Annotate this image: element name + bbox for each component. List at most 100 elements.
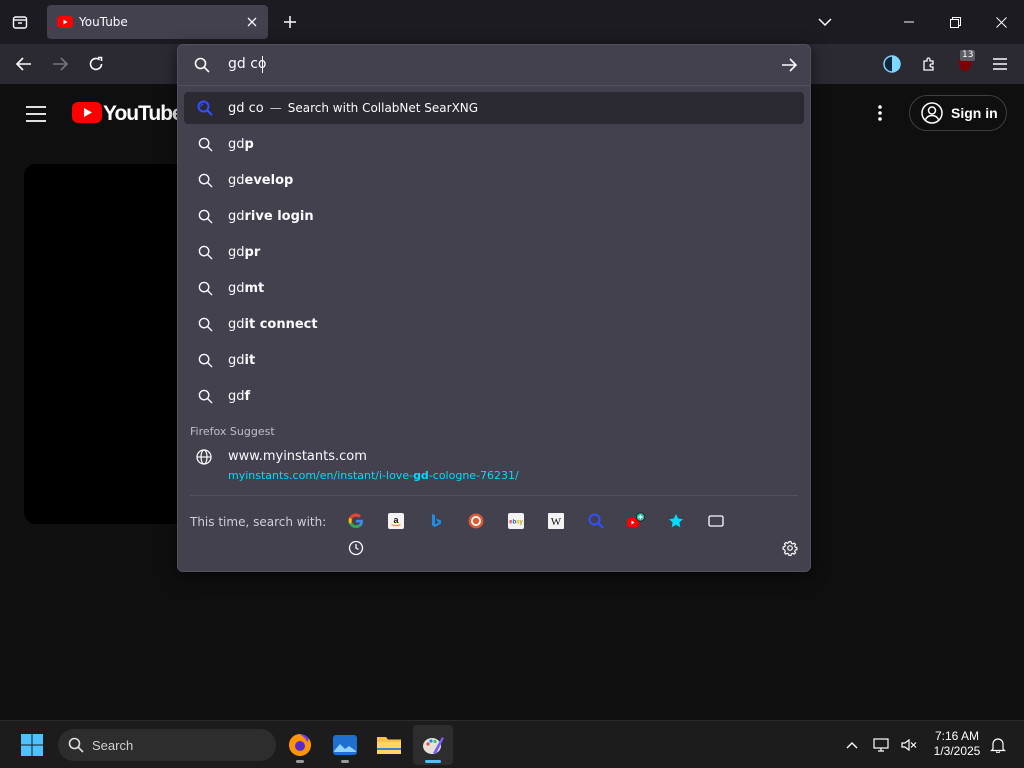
urlbar-input[interactable]: gd co [228,56,748,72]
firefox-view-button[interactable] [8,10,32,34]
bookmarks-search-button[interactable] [666,511,686,531]
tab-youtube[interactable]: YouTube [47,5,268,39]
divider [178,85,810,86]
youtube-favicon-icon [57,16,73,28]
sign-in-button[interactable]: Sign in [909,95,1007,131]
heuristic-query: gd co [228,100,264,116]
close-window-button[interactable] [978,0,1024,44]
suggestion-row[interactable]: gdmt [184,272,804,304]
restore-icon [949,16,961,28]
restore-button[interactable] [932,0,978,44]
tab-title: YouTube [79,15,128,29]
engine-google-button[interactable] [346,511,366,531]
go-button[interactable] [778,55,800,75]
engine-wikipedia-button[interactable]: W [546,511,566,531]
tabs-search-button[interactable] [706,511,726,531]
video-placeholder [24,164,184,524]
notifications-button[interactable] [986,725,1010,765]
google-icon [348,513,363,529]
suggestion-row[interactable]: gdevelop [184,164,804,196]
sign-in-label: Sign in [951,105,998,121]
suggestion-text: gdmt [228,280,265,296]
suggestion-text: gdevelop [228,172,294,188]
suggestion-text: gdrive login [228,208,314,224]
suggestion-row[interactable]: gdp [184,128,804,160]
tab-icon [708,515,724,527]
ebay-icon: ebay [508,513,524,529]
show-hidden-icons-button[interactable] [840,725,864,765]
suggestion-row[interactable]: gdit [184,344,804,376]
suggestion-row[interactable]: gdf [184,380,804,412]
engine-bing-button[interactable] [426,511,446,531]
firefox-suggest-result[interactable]: www.myinstants.com myinstants.com/en/ins… [184,443,804,487]
guide-menu-button[interactable] [22,100,50,128]
ublock-extension-button[interactable]: 13 [952,50,978,78]
clock-time: 7:16 AM [934,729,980,743]
dark-reader-icon [883,55,901,73]
hamburger-icon [993,58,1007,70]
search-icon [198,281,213,296]
forward-button[interactable] [48,52,72,76]
bing-icon [432,514,441,527]
volume-status-button[interactable] [897,725,921,765]
taskbar-paint[interactable] [413,725,453,765]
active-indicator [425,760,441,763]
engine-amazon-button[interactable]: a [386,511,406,531]
firefox-icon [289,734,311,756]
suggestion-row[interactable]: gdpr [184,236,804,268]
chevron-up-icon [846,742,858,749]
taskbar-search-label: Search [92,737,134,753]
search-icon [198,209,213,224]
taskbar-photos[interactable] [325,725,365,765]
taskbar-file-explorer[interactable] [369,725,409,765]
divider [190,495,798,496]
youtube-add-icon [627,512,646,527]
heuristic-search-row[interactable]: gd co — Search with CollabNet SearXNG [184,92,804,124]
list-all-tabs-button[interactable] [813,10,837,34]
engine-youtube-add-button[interactable] [626,511,646,531]
svg-text:ebay: ebay [509,520,523,526]
close-icon [247,17,257,27]
engine-searxng-button[interactable] [586,511,606,531]
tab-close-button[interactable] [240,10,264,34]
suggestion-text: gdit [228,352,256,368]
network-status-button[interactable] [870,725,894,765]
taskbar-firefox[interactable] [280,725,320,765]
globe-icon [196,449,212,465]
wikipedia-icon: W [548,513,564,529]
engine-ebay-button[interactable]: ebay [506,511,526,531]
suggestion-text: gdit connect [228,316,318,332]
reload-icon [89,56,103,71]
notification-badge: 13 [960,50,976,61]
suggestion-text: gdf [228,388,251,404]
dark-mode-extension-button[interactable] [880,52,904,76]
suggestion-row[interactable]: gdit connect [184,308,804,340]
app-menu-button[interactable] [988,52,1012,76]
puzzle-icon [923,57,934,71]
search-mode-button[interactable] [192,55,212,75]
new-tab-button[interactable] [278,10,302,34]
duckduckgo-icon [468,513,484,529]
search-icon [198,173,213,188]
back-button[interactable] [12,52,36,76]
speaker-muted-icon [901,738,917,752]
firefox-view-icon [12,16,28,29]
search-settings-button[interactable] [780,538,800,558]
suggestion-row[interactable]: gdrive login [184,200,804,232]
minimize-button[interactable] [886,0,932,44]
search-icon [68,737,84,753]
search-icon [194,57,210,73]
start-button[interactable] [12,725,52,765]
clock[interactable]: 7:16 AM 1/3/2025 [926,729,988,759]
folder-icon [377,737,401,754]
engine-duckduckgo-button[interactable] [466,511,486,531]
account-icon [921,102,943,124]
settings-kebab-button[interactable] [868,101,892,125]
text-caret [262,56,263,73]
one-off-search-label: This time, search with: [190,515,327,529]
history-search-button[interactable] [346,538,366,558]
search-icon [198,353,213,368]
taskbar-search-box[interactable]: Search [58,729,276,761]
reload-button[interactable] [84,52,108,76]
extensions-button[interactable] [917,52,941,76]
